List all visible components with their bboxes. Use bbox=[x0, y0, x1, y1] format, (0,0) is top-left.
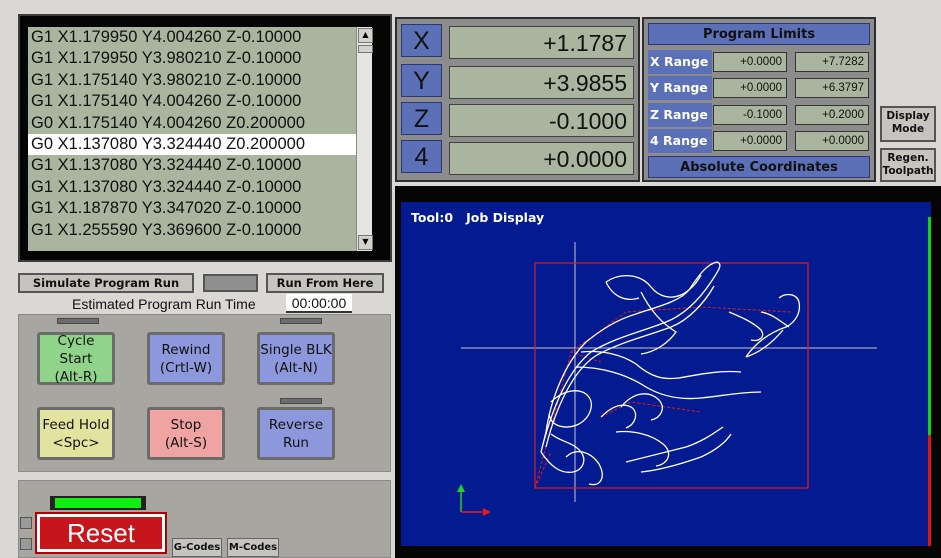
single-blk-label: Single BLK bbox=[260, 341, 332, 358]
toolpath-green-bar bbox=[928, 217, 931, 435]
gcode-line[interactable]: G1 X1.179950 Y3.980210 Z-0.10000 bbox=[28, 48, 372, 69]
m-codes-button[interactable]: M-Codes bbox=[227, 538, 279, 557]
single-blk-led bbox=[280, 318, 322, 324]
reverse-run-label-1: Reverse bbox=[268, 416, 324, 433]
absolute-coordinates-label: Absolute Coordinates bbox=[648, 156, 870, 178]
4-range-min: +0.0000 bbox=[713, 131, 787, 151]
display-mode-button[interactable]: Display Mode bbox=[880, 106, 936, 142]
stop-label: Stop bbox=[170, 416, 202, 433]
cycle-start-button[interactable]: Cycle Start (Alt-R) bbox=[37, 332, 115, 385]
x-range-min: +0.0000 bbox=[713, 52, 787, 72]
stop-hotkey: (Alt-S) bbox=[164, 434, 208, 451]
z-range-max: +0.2000 bbox=[795, 105, 869, 125]
reverse-run-led bbox=[280, 398, 322, 404]
axis-x-value[interactable]: +1.1787 bbox=[449, 26, 634, 59]
axis-y-value[interactable]: +3.9855 bbox=[449, 66, 634, 99]
gcode-line[interactable]: G1 X1.255590 Y3.369600 Z-0.10000 bbox=[28, 220, 372, 241]
axis-z-button[interactable]: Z bbox=[401, 102, 442, 135]
rewind-button[interactable]: Rewind (Crtl-W) bbox=[147, 332, 225, 385]
rewind-label: Rewind bbox=[161, 341, 211, 358]
y-range-label: Y Range bbox=[648, 76, 712, 100]
z-range-min: -0.1000 bbox=[713, 105, 787, 125]
gcode-line[interactable]: G1 X1.137080 Y3.324440 Z-0.10000 bbox=[28, 177, 372, 198]
display-mode-label-1: Display bbox=[886, 110, 930, 122]
reset-indicator-bottom bbox=[20, 538, 32, 550]
reverse-run-label-2: Run bbox=[283, 434, 309, 451]
cycle-start-label: Cycle Start bbox=[57, 332, 95, 367]
4-range-label: 4 Range bbox=[648, 129, 712, 153]
scroll-down-icon[interactable]: ▼ bbox=[358, 235, 373, 250]
cycle-start-hotkey: (Alt-R) bbox=[54, 368, 98, 385]
axis-z-value[interactable]: -0.1000 bbox=[449, 104, 634, 137]
reverse-run-button[interactable]: Reverse Run bbox=[257, 407, 335, 460]
axis-4-value[interactable]: +0.0000 bbox=[449, 142, 634, 175]
feed-hold-hotkey: <Spc> bbox=[52, 434, 100, 451]
simulate-status-led bbox=[203, 274, 258, 292]
toolpath-drawing bbox=[457, 217, 931, 546]
stop-button[interactable]: Stop (Alt-S) bbox=[147, 407, 225, 460]
scroll-up-icon[interactable]: ▲ bbox=[358, 28, 373, 43]
run-from-here-button[interactable]: Run From Here bbox=[266, 273, 384, 293]
gcode-line[interactable]: G0 X1.175140 Y4.004260 Z0.200000 bbox=[28, 113, 372, 134]
toolpath-display[interactable] bbox=[401, 202, 931, 546]
simulate-program-run-button[interactable]: Simulate Program Run bbox=[18, 273, 194, 293]
gcode-line[interactable]: G1 X1.175140 Y4.004260 Z-0.10000 bbox=[28, 91, 372, 112]
display-mode-label-2: Mode bbox=[891, 123, 925, 135]
estimated-run-time-value: 00:00:00 bbox=[286, 294, 352, 313]
feed-hold-button[interactable]: Feed Hold <Spc> bbox=[37, 407, 115, 460]
reset-button[interactable]: Reset bbox=[35, 512, 167, 554]
rewind-hotkey: (Crtl-W) bbox=[159, 359, 213, 376]
y-range-min: +0.0000 bbox=[713, 78, 787, 98]
regen-label-1: Regen. bbox=[887, 152, 929, 164]
gcode-line[interactable]: G1 X1.175140 Y3.980210 Z-0.10000 bbox=[28, 70, 372, 91]
toolpath-label: Tool:0 Job Display bbox=[411, 210, 545, 225]
4-range-max: +0.0000 bbox=[795, 131, 869, 151]
regen-toolpath-button[interactable]: Regen. Toolpath bbox=[880, 148, 936, 182]
reset-status-led bbox=[50, 496, 146, 510]
gcode-list[interactable]: G1 X1.179950 Y4.004260 Z-0.10000 G1 X1.1… bbox=[28, 27, 372, 251]
cycle-start-led bbox=[57, 318, 99, 324]
axis-x-button[interactable]: X bbox=[401, 24, 442, 57]
gcode-line[interactable]: G1 X1.187870 Y3.347020 Z-0.10000 bbox=[28, 198, 372, 219]
estimated-run-time-label: Estimated Program Run Time bbox=[72, 296, 256, 312]
y-range-max: +6.3797 bbox=[795, 78, 869, 98]
axis-y-button[interactable]: Y bbox=[401, 64, 442, 97]
reset-indicator-top bbox=[20, 517, 32, 529]
gcode-line[interactable]: G1 X1.137080 Y3.324440 Z-0.10000 bbox=[28, 155, 372, 176]
single-blk-hotkey: (Alt-N) bbox=[274, 359, 318, 376]
feed-hold-label: Feed Hold bbox=[42, 416, 110, 433]
y-axis-arrow-icon bbox=[457, 484, 465, 492]
single-blk-button[interactable]: Single BLK (Alt-N) bbox=[257, 332, 335, 385]
regen-label-2: Toolpath bbox=[882, 165, 934, 177]
z-range-label: Z Range bbox=[648, 103, 712, 127]
toolpath-red-bar bbox=[928, 435, 931, 546]
axis-4-button[interactable]: 4 bbox=[401, 140, 442, 173]
program-limits-title: Program Limits bbox=[648, 23, 870, 45]
toolpath-outlines bbox=[540, 261, 801, 486]
x-axis-arrow-icon bbox=[483, 508, 491, 516]
x-range-label: X Range bbox=[648, 50, 712, 74]
gcode-scrollbar[interactable]: ▲ ▼ bbox=[356, 27, 373, 251]
rapid-moves bbox=[534, 306, 792, 489]
gcode-line[interactable]: G1 X1.179950 Y4.004260 Z-0.10000 bbox=[28, 27, 372, 48]
gcode-line-selected[interactable]: G0 X1.137080 Y3.324440 Z0.200000 bbox=[28, 133, 372, 156]
g-codes-button[interactable]: G-Codes bbox=[172, 538, 222, 557]
x-range-max: +7.7282 bbox=[795, 52, 869, 72]
scroll-thumb[interactable] bbox=[358, 45, 373, 53]
